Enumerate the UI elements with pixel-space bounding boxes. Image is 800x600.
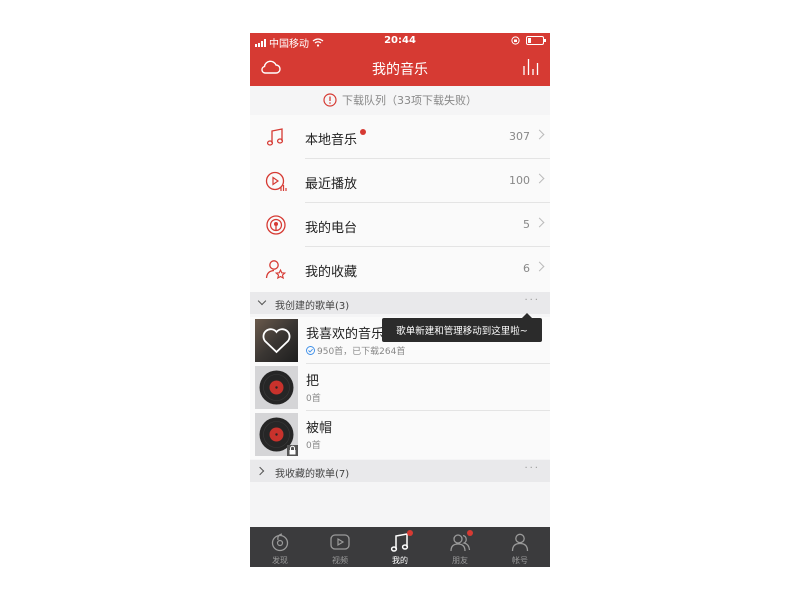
vinyl-record-icon — [255, 366, 298, 409]
download-queue-text: 下载队列（33项下载失败） — [342, 94, 477, 107]
status-time: 20:44 — [384, 35, 416, 46]
recent-play-icon — [265, 171, 287, 191]
playlist-item[interactable]: 把 0首 — [250, 364, 550, 411]
tab-label: 朋友 — [452, 556, 468, 565]
tab-label: 我的 — [392, 556, 408, 565]
status-bar: 中国移动 20:44 — [250, 33, 550, 50]
playlist-sub: 0首 — [306, 441, 321, 451]
menu-item-count: 5 — [523, 218, 530, 231]
menu-item-label: 本地音乐 — [305, 129, 367, 148]
tab-discover[interactable]: 发现 — [250, 527, 310, 567]
menu-item-label: 我的电台 — [305, 221, 358, 236]
collected-playlists-header[interactable]: 我收藏的歌单(7) ··· — [250, 460, 550, 482]
new-dot — [360, 129, 367, 135]
local-music-label: 本地音乐 — [305, 133, 358, 148]
tab-label: 帐号 — [512, 556, 528, 565]
playlist-name: 被帽 — [306, 421, 333, 436]
created-playlists-header[interactable]: 我创建的歌单(3) ··· — [250, 292, 550, 314]
menu-item-label: 我的收藏 — [305, 265, 358, 280]
video-icon — [330, 534, 350, 550]
menu-item-count: 6 — [523, 262, 530, 275]
menu-item-count: 307 — [509, 130, 530, 143]
phone-screen: 中国移动 20:44 我的音乐 下载队列（33项下载失败） 本地音乐 307 最… — [250, 33, 550, 567]
tab-friends[interactable]: 朋友 — [430, 527, 490, 567]
discover-icon — [271, 533, 289, 552]
tooltip-text: 歌单新建和管理移动到这里啦~ — [396, 326, 528, 337]
page-title: 我的音乐 — [372, 62, 428, 78]
tooltip: 歌单新建和管理移动到这里啦~ — [382, 313, 542, 342]
created-playlists-title: 我创建的歌单(3) — [275, 301, 350, 312]
chevron-down-icon — [257, 296, 267, 306]
more-icon[interactable]: ··· — [524, 463, 540, 474]
nav-bar: 我的音乐 — [250, 50, 550, 86]
tab-bar: 发现 视频 我的 朋友 帐号 — [250, 527, 550, 567]
playlist-sub: 950首，已下载264首 — [306, 344, 405, 357]
playlist-name: 把 — [306, 374, 320, 389]
menu-item-recent-play[interactable]: 最近播放 100 — [250, 159, 550, 203]
notification-dot — [467, 530, 473, 536]
tab-account[interactable]: 帐号 — [490, 527, 550, 567]
check-circle-icon — [306, 346, 315, 355]
tab-label: 视频 — [332, 556, 348, 565]
alert-icon — [323, 93, 337, 107]
menu-item-count: 100 — [509, 174, 530, 187]
tab-label: 发现 — [272, 556, 288, 565]
chevron-right-icon — [255, 466, 265, 476]
playlist-item[interactable]: 被帽 0首 — [250, 411, 550, 458]
chevron-right-icon — [534, 129, 545, 140]
account-icon — [511, 533, 529, 552]
playing-bars-icon[interactable] — [521, 57, 541, 77]
battery-icon — [526, 36, 546, 45]
chevron-right-icon — [534, 173, 545, 184]
music-note-icon — [266, 128, 284, 146]
playlist-count: 950首，已下载264首 — [317, 347, 406, 357]
orientation-lock-icon — [511, 36, 520, 45]
status-right — [511, 36, 546, 45]
menu-item-my-favorites[interactable]: 我的收藏 6 — [250, 247, 550, 291]
chevron-right-icon — [534, 261, 545, 272]
collected-playlists-title: 我收藏的歌单(7) — [275, 469, 350, 480]
menu-item-local-music[interactable]: 本地音乐 307 — [250, 115, 550, 159]
radio-icon — [266, 215, 286, 235]
playlist-sub: 0首 — [306, 394, 321, 404]
menu-item-my-radio[interactable]: 我的电台 5 — [250, 203, 550, 247]
notification-dot — [407, 530, 413, 536]
heart-cover-icon — [255, 319, 298, 362]
download-queue-bar[interactable]: 下载队列（33项下载失败） — [250, 86, 550, 114]
tab-mine[interactable]: 我的 — [370, 527, 430, 567]
menu-list: 本地音乐 307 最近播放 100 我的电台 5 我的收藏 6 — [250, 115, 550, 292]
vinyl-record-icon — [255, 413, 298, 456]
tab-video[interactable]: 视频 — [310, 527, 370, 567]
menu-item-label: 最近播放 — [305, 177, 358, 192]
chevron-right-icon — [534, 217, 545, 228]
playlist-name: 我喜欢的音乐 — [306, 327, 385, 342]
more-icon[interactable]: ··· — [524, 295, 540, 306]
favorite-user-icon — [265, 260, 287, 280]
